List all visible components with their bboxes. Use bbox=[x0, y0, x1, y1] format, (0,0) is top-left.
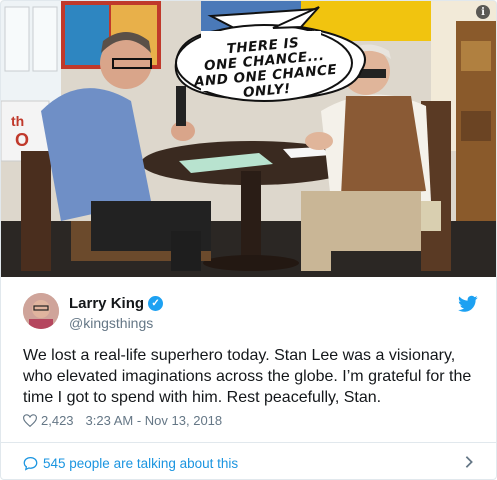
divider bbox=[1, 442, 496, 443]
twitter-bird-icon[interactable] bbox=[458, 295, 478, 313]
tweet-header: Larry King ✓ @kingsthings bbox=[23, 293, 478, 337]
conversation-link[interactable]: 545 people are talking about this bbox=[23, 451, 478, 475]
author-handle[interactable]: @kingsthings bbox=[69, 315, 153, 331]
info-icon[interactable]: i bbox=[476, 5, 490, 19]
talking-count-link[interactable]: 545 people are talking about this bbox=[43, 456, 238, 471]
svg-text:th: th bbox=[11, 113, 24, 129]
timestamp[interactable]: 3:23 AM - Nov 13, 2018 bbox=[86, 413, 223, 428]
avatar-image bbox=[23, 293, 59, 329]
heart-icon[interactable] bbox=[23, 414, 37, 427]
tweet-text: We lost a real-life superhero today. Sta… bbox=[23, 347, 472, 406]
like-count: 2,423 bbox=[41, 413, 74, 428]
comment-icon bbox=[23, 456, 38, 471]
tweet-photo[interactable]: th O THERE IS ONE CHANCE... AND ONE CHAN… bbox=[1, 1, 496, 277]
author-row: Larry King ✓ bbox=[69, 295, 164, 312]
svg-text:O: O bbox=[15, 130, 29, 150]
verified-icon: ✓ bbox=[148, 296, 164, 311]
chevron-right-icon[interactable] bbox=[464, 455, 474, 469]
author-name[interactable]: Larry King bbox=[69, 295, 144, 312]
tweet-meta: 2,423 3:23 AM - Nov 13, 2018 bbox=[23, 413, 222, 428]
tweet-card: th O THERE IS ONE CHANCE... AND ONE CHAN… bbox=[0, 0, 497, 480]
avatar[interactable] bbox=[23, 293, 59, 329]
